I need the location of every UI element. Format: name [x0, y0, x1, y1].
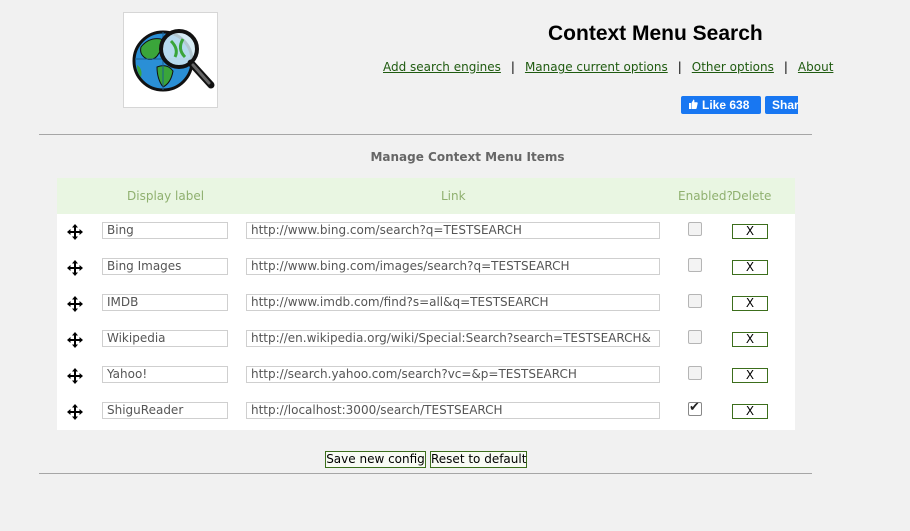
- column-header-delete: Delete: [732, 189, 772, 203]
- link-input[interactable]: http://www.imdb.com/find?s=all&q=TESTSEA…: [246, 294, 660, 311]
- drag-handle-icon[interactable]: [66, 223, 84, 241]
- enabled-checkbox[interactable]: [688, 222, 702, 236]
- context-menu-items-table: Display label Link Enabled? Delete Bing h…: [57, 178, 795, 430]
- nav-separator: |: [783, 60, 788, 74]
- enabled-checkbox[interactable]: [688, 294, 702, 308]
- column-header-link: Link: [441, 189, 466, 203]
- reset-to-default-button[interactable]: Reset to default: [430, 451, 527, 468]
- delete-button[interactable]: X: [732, 368, 768, 383]
- globe-magnifier-icon: [132, 29, 215, 92]
- table-row: Bing Images http://www.bing.com/images/se…: [57, 250, 795, 286]
- link-input[interactable]: http://localhost:3000/search/TESTSEARCH: [246, 402, 660, 419]
- table-row: Wikipedia http://en.wikipedia.org/wiki/Sp…: [57, 322, 795, 358]
- link-input[interactable]: http://www.bing.com/search?q=TESTSEARCH: [246, 222, 660, 239]
- display-label-input[interactable]: Bing: [102, 222, 228, 239]
- nav-separator: |: [677, 60, 682, 74]
- drag-handle-icon[interactable]: [66, 367, 84, 385]
- table-row: IMDB http://www.imdb.com/find?s=all&q=TES…: [57, 286, 795, 322]
- link-input[interactable]: http://www.bing.com/images/search?q=TEST…: [246, 258, 660, 275]
- delete-button[interactable]: X: [732, 260, 768, 275]
- delete-button[interactable]: X: [732, 224, 768, 239]
- delete-button[interactable]: X: [732, 296, 768, 311]
- display-label-input[interactable]: Yahoo!: [102, 366, 228, 383]
- facebook-like-label: Like 638: [702, 98, 750, 112]
- delete-button[interactable]: X: [732, 404, 768, 419]
- table-row: Bing http://www.bing.com/search?q=TESTSEA…: [57, 214, 795, 250]
- enabled-checkbox[interactable]: [688, 366, 702, 380]
- link-add-search-engines[interactable]: Add search engines: [383, 60, 501, 74]
- drag-handle-icon[interactable]: [66, 259, 84, 277]
- page-title: Context Menu Search: [548, 22, 763, 45]
- section-title: Manage Context Menu Items: [370, 150, 565, 164]
- save-new-config-button[interactable]: Save new config: [325, 451, 426, 468]
- link-about[interactable]: About: [798, 60, 833, 74]
- nav-separator: |: [510, 60, 515, 74]
- enabled-checkbox[interactable]: [688, 330, 702, 344]
- display-label-input[interactable]: IMDB: [102, 294, 228, 311]
- table-header: Display label Link Enabled? Delete: [57, 178, 795, 214]
- app-logo: [123, 12, 218, 108]
- table-row: Yahoo! http://search.yahoo.com/search?vc=…: [57, 358, 795, 394]
- facebook-share-label: Share: [772, 98, 798, 112]
- drag-handle-icon[interactable]: [66, 295, 84, 313]
- facebook-like-button[interactable]: Like 638: [681, 96, 761, 114]
- thumbs-up-icon: [689, 99, 698, 109]
- column-header-enabled: Enabled?: [678, 189, 733, 203]
- display-label-input[interactable]: Bing Images: [102, 258, 228, 275]
- link-input[interactable]: http://search.yahoo.com/search?vc=&p=TES…: [246, 366, 660, 383]
- table-row: ShiguReader http://localhost:3000/search/…: [57, 394, 795, 430]
- drag-handle-icon[interactable]: [66, 403, 84, 421]
- checkmark-icon: ✔: [689, 400, 700, 415]
- link-input[interactable]: http://en.wikipedia.org/wiki/Special:Sea…: [246, 330, 660, 347]
- delete-button[interactable]: X: [732, 332, 768, 347]
- drag-handle-icon[interactable]: [66, 331, 84, 349]
- top-nav: Add search engines | Manage current option…: [383, 60, 833, 74]
- column-header-display-label: Display label: [127, 189, 205, 203]
- top-divider: [39, 134, 812, 135]
- bottom-divider: [39, 473, 812, 474]
- facebook-share-button[interactable]: Share: [765, 96, 798, 114]
- link-manage-current-options[interactable]: Manage current options: [525, 60, 668, 74]
- link-other-options[interactable]: Other options: [692, 60, 774, 74]
- display-label-input[interactable]: Wikipedia: [102, 330, 228, 347]
- enabled-checkbox[interactable]: [688, 258, 702, 272]
- enabled-checkbox[interactable]: ✔: [688, 400, 702, 416]
- display-label-input[interactable]: ShiguReader: [102, 402, 228, 419]
